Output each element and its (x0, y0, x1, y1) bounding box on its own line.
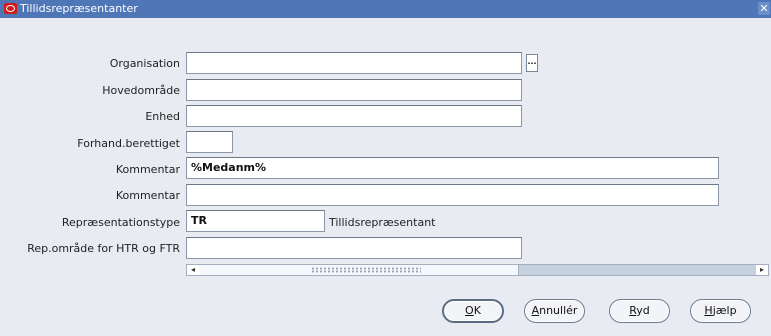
repraesentationstype-description: Tillidsrepræsentant (329, 216, 436, 229)
ok-button-label: K (473, 304, 481, 317)
hovedomraade-label: Hovedområde (102, 84, 180, 97)
ok-button[interactable]: OK (442, 299, 504, 323)
rep-omraade-field[interactable] (186, 237, 522, 259)
scrollbar-grip (311, 267, 421, 273)
clear-button[interactable]: Ryd (609, 299, 670, 323)
oracle-app-icon (4, 3, 17, 14)
organisation-lov-button[interactable]: ... (526, 54, 538, 72)
enhed-field[interactable] (186, 105, 522, 127)
kommentar-label-2: Kommentar (115, 189, 180, 202)
organisation-field[interactable] (186, 52, 522, 74)
window-title: Tillidsrepræsentanter (20, 2, 138, 15)
horizontal-scrollbar[interactable]: ◂ ▸ (186, 264, 769, 276)
close-icon[interactable]: ✕ (758, 2, 770, 15)
help-button-label: jælp (712, 304, 737, 317)
repraesentationstype-field[interactable]: TR (186, 210, 325, 232)
forhand-berettiget-label: Forhand.berettiget (77, 137, 180, 150)
kommentar-field-1[interactable]: %Medanm% (186, 157, 719, 179)
clear-button-label: yd (636, 304, 650, 317)
scroll-right-icon[interactable]: ▸ (756, 265, 768, 275)
organisation-label: Organisation (109, 57, 180, 70)
cancel-button-label: nnullér (539, 304, 578, 317)
rep-omraade-label: Rep.område for HTR og FTR (27, 242, 180, 255)
scroll-left-icon[interactable]: ◂ (187, 265, 199, 275)
forhand-berettiget-field[interactable] (186, 131, 233, 153)
kommentar-field-2[interactable] (186, 184, 719, 206)
help-button-mnemonic: H (704, 304, 713, 317)
scrollbar-thumb[interactable] (199, 265, 519, 275)
help-button[interactable]: Hjælp (690, 299, 751, 323)
window-titlebar: Tillidsrepræsentanter ✕ (0, 0, 771, 18)
hovedomraade-field[interactable] (186, 79, 522, 101)
cancel-button-mnemonic: A (531, 304, 540, 317)
ok-button-mnemonic: O (465, 304, 474, 317)
cancel-button[interactable]: Annullér (524, 299, 585, 323)
kommentar-label-1: Kommentar (115, 163, 180, 176)
repraesentationstype-label: Repræsentationstype (61, 216, 180, 229)
enhed-label: Enhed (145, 110, 180, 123)
